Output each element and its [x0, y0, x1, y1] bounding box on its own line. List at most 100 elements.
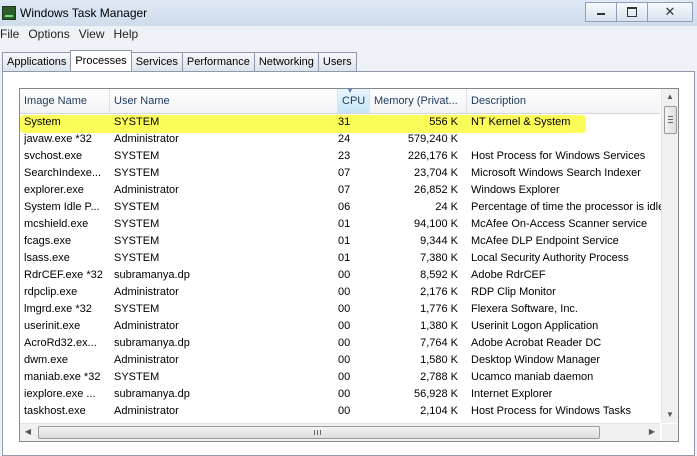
window-title: Windows Task Manager — [20, 6, 148, 20]
column-image-name[interactable]: Image Name — [20, 89, 110, 113]
cell-image-name: mcshield.exe — [24, 218, 89, 230]
tab-networking[interactable]: Networking — [253, 52, 319, 71]
cell-user-name: SYSTEM — [114, 201, 160, 213]
cell-image-name: explorer.exe — [24, 184, 84, 196]
cell-memory: 579,240 K — [407, 133, 458, 145]
cell-memory: 94,100 K — [413, 218, 458, 230]
cell-description: Host Process for Windows Services — [471, 150, 646, 162]
tab-services[interactable]: Services — [130, 52, 183, 71]
tab-performance[interactable]: Performance — [181, 52, 255, 71]
process-row[interactable]: explorer.exe Administrator 07 26,852 K Windo… — [20, 182, 660, 199]
cell-memory: 7,764 K — [420, 337, 458, 349]
cell-description: McAfee DLP Endpoint Service — [471, 235, 619, 247]
cell-user-name: Administrator — [114, 320, 179, 332]
process-row[interactable]: System SYSTEM 31 556 K NT Kernel & System — [20, 114, 660, 133]
maximize-button[interactable] — [616, 2, 648, 22]
process-row[interactable]: userinit.exe Administrator 00 1,380 K Userin… — [20, 318, 660, 335]
cell-memory: 9,344 K — [420, 235, 458, 247]
cell-description: Host Process for Windows Tasks — [471, 405, 631, 417]
scroll-up-icon[interactable]: ▲ — [662, 89, 678, 105]
process-row[interactable]: maniab.exe *32 SYSTEM 00 2,788 K Ucamco mani… — [20, 369, 660, 386]
cell-image-name: taskhost.exe — [24, 405, 86, 417]
column-header-row: Image Name User Name ▼ CPU Memory (Privat… — [20, 89, 660, 114]
cell-description: McAfee On-Access Scanner service — [471, 218, 648, 230]
cell-cpu: 24 — [338, 133, 351, 145]
cell-description: NT Kernel & System — [471, 116, 571, 128]
process-row[interactable]: lmgrd.exe *32 SYSTEM 00 1,776 K Flexera Soft… — [20, 301, 660, 318]
minimize-button[interactable] — [585, 2, 617, 22]
process-row[interactable]: SearchIndexe... SYSTEM 07 23,704 K Microsoft… — [20, 165, 660, 182]
process-row[interactable]: iexplore.exe ... subramanya.dp 00 56,928 K I… — [20, 386, 660, 403]
column-description[interactable]: Description — [467, 89, 660, 113]
scroll-right-icon[interactable]: ▶ — [644, 424, 660, 440]
cell-cpu: 31 — [338, 116, 351, 128]
horizontal-scrollbar[interactable]: ◀ ▶ — [20, 423, 660, 441]
process-row[interactable]: mcshield.exe SYSTEM 01 94,100 K McAfee On-Ac… — [20, 216, 660, 233]
tab-processes[interactable]: Processes — [70, 50, 132, 71]
column-cpu[interactable]: ▼ CPU — [338, 89, 370, 113]
tab-applications[interactable]: Applications — [2, 52, 72, 71]
close-button[interactable]: ✕ — [647, 2, 693, 22]
close-icon: ✕ — [664, 4, 676, 19]
process-row[interactable]: javaw.exe *32 Administrator 24 579,240 K — [20, 131, 660, 148]
column-user-name[interactable]: User Name — [110, 89, 338, 113]
cell-cpu: 00 — [338, 320, 351, 332]
process-rows: System SYSTEM 31 556 K NT Kernel & System jav… — [20, 114, 661, 437]
sort-descending-icon: ▼ — [346, 89, 354, 95]
process-row[interactable]: rdpclip.exe Administrator 00 2,176 K RDP Cli… — [20, 284, 660, 301]
window-controls: ✕ — [585, 2, 693, 22]
menu-file[interactable]: File — [0, 26, 28, 44]
cell-description: Desktop Window Manager — [471, 354, 601, 366]
cell-user-name: Administrator — [114, 405, 179, 417]
cell-memory: 26,852 K — [413, 184, 458, 196]
cell-image-name: svchost.exe — [24, 150, 83, 162]
tab-strip: Applications Processes Services Performance… — [2, 50, 357, 71]
cell-user-name: Administrator — [114, 286, 179, 298]
menu-options[interactable]: Options — [28, 26, 78, 44]
process-list[interactable]: Image Name User Name ▼ CPU Memory (Privat… — [19, 88, 679, 442]
cell-image-name: System — [24, 116, 61, 128]
vertical-scrollbar[interactable]: ▲ ▼ — [661, 89, 678, 423]
cell-image-name: AcroRd32.ex... — [24, 337, 97, 349]
cell-user-name: Administrator — [114, 133, 179, 145]
cell-description: Adobe Acrobat Reader DC — [471, 337, 602, 349]
title-bar: Windows Task Manager ✕ — [0, 0, 697, 26]
cell-user-name: Administrator — [114, 184, 179, 196]
process-row[interactable]: fcags.exe SYSTEM 01 9,344 K McAfee DLP Endpo… — [20, 233, 660, 250]
cell-cpu: 07 — [338, 184, 351, 196]
process-row[interactable]: dwm.exe Administrator 00 1,580 K Desktop Win… — [20, 352, 660, 369]
cell-memory: 2,176 K — [420, 286, 458, 298]
cell-description: Percentage of time the processor is idle — [471, 201, 661, 213]
process-row[interactable]: lsass.exe SYSTEM 01 7,380 K Local Security A… — [20, 250, 660, 267]
cell-user-name: SYSTEM — [114, 252, 160, 264]
cell-description: Internet Explorer — [471, 388, 553, 400]
tab-users[interactable]: Users — [317, 52, 357, 71]
maximize-icon — [627, 7, 637, 17]
scroll-down-icon[interactable]: ▼ — [662, 407, 678, 423]
menu-help[interactable]: Help — [114, 26, 148, 44]
horizontal-scroll-thumb[interactable] — [38, 426, 600, 439]
scroll-left-icon[interactable]: ◀ — [20, 424, 36, 440]
cell-image-name: SearchIndexe... — [24, 167, 102, 179]
cell-image-name: fcags.exe — [24, 235, 72, 247]
cell-memory: 1,380 K — [420, 320, 458, 332]
cell-cpu: 01 — [338, 218, 351, 230]
process-row[interactable]: svchost.exe SYSTEM 23 226,176 K Host Process… — [20, 148, 660, 165]
cell-user-name: Administrator — [114, 354, 179, 366]
process-row[interactable]: AcroRd32.ex... subramanya.dp 00 7,764 K Adob… — [20, 335, 660, 352]
process-row[interactable]: System Idle P... SYSTEM 06 24 K Percentage o… — [20, 199, 661, 216]
cell-image-name: lsass.exe — [24, 252, 70, 264]
thumb-grip — [320, 430, 321, 435]
vertical-scroll-thumb[interactable] — [664, 106, 677, 134]
menu-view[interactable]: View — [79, 26, 114, 44]
cell-user-name: SYSTEM — [114, 167, 160, 179]
cell-image-name: RdrCEF.exe *32 — [24, 269, 103, 281]
cell-memory: 2,104 K — [420, 405, 458, 417]
column-memory[interactable]: Memory (Privat... — [370, 89, 467, 113]
process-row[interactable]: RdrCEF.exe *32 subramanya.dp 00 8,592 K Adob… — [20, 267, 660, 284]
process-row[interactable]: taskhost.exe Administrator 00 2,104 K Host P… — [20, 403, 660, 420]
thumb-grip — [668, 122, 673, 123]
cell-user-name: subramanya.dp — [114, 269, 190, 281]
cell-user-name: SYSTEM — [114, 303, 160, 315]
cell-cpu: 00 — [338, 337, 351, 349]
